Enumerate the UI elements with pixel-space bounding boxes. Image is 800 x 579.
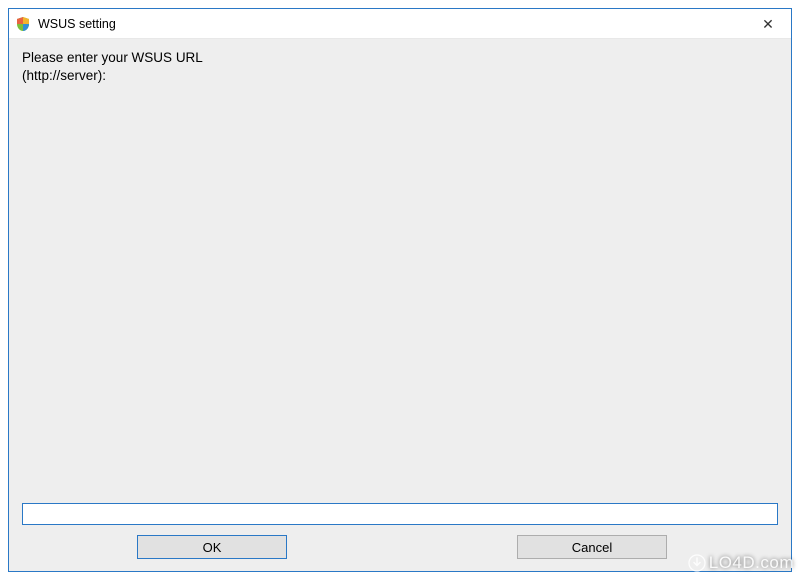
dialog-window: WSUS setting ✕ Please enter your WSUS UR… — [8, 8, 792, 572]
close-icon: ✕ — [762, 17, 774, 31]
ok-button[interactable]: OK — [137, 535, 287, 559]
window-title: WSUS setting — [38, 17, 745, 31]
app-shield-icon — [15, 16, 31, 32]
cancel-button[interactable]: Cancel — [517, 535, 667, 559]
prompt-text: Please enter your WSUS URL (http://serve… — [22, 49, 778, 85]
button-row: OK Cancel — [22, 535, 778, 559]
gap — [287, 535, 517, 559]
client-area: Please enter your WSUS URL (http://serve… — [9, 39, 791, 571]
wsus-url-input[interactable] — [22, 503, 778, 525]
spacer — [22, 85, 778, 503]
close-button[interactable]: ✕ — [745, 9, 791, 38]
titlebar: WSUS setting ✕ — [9, 9, 791, 39]
